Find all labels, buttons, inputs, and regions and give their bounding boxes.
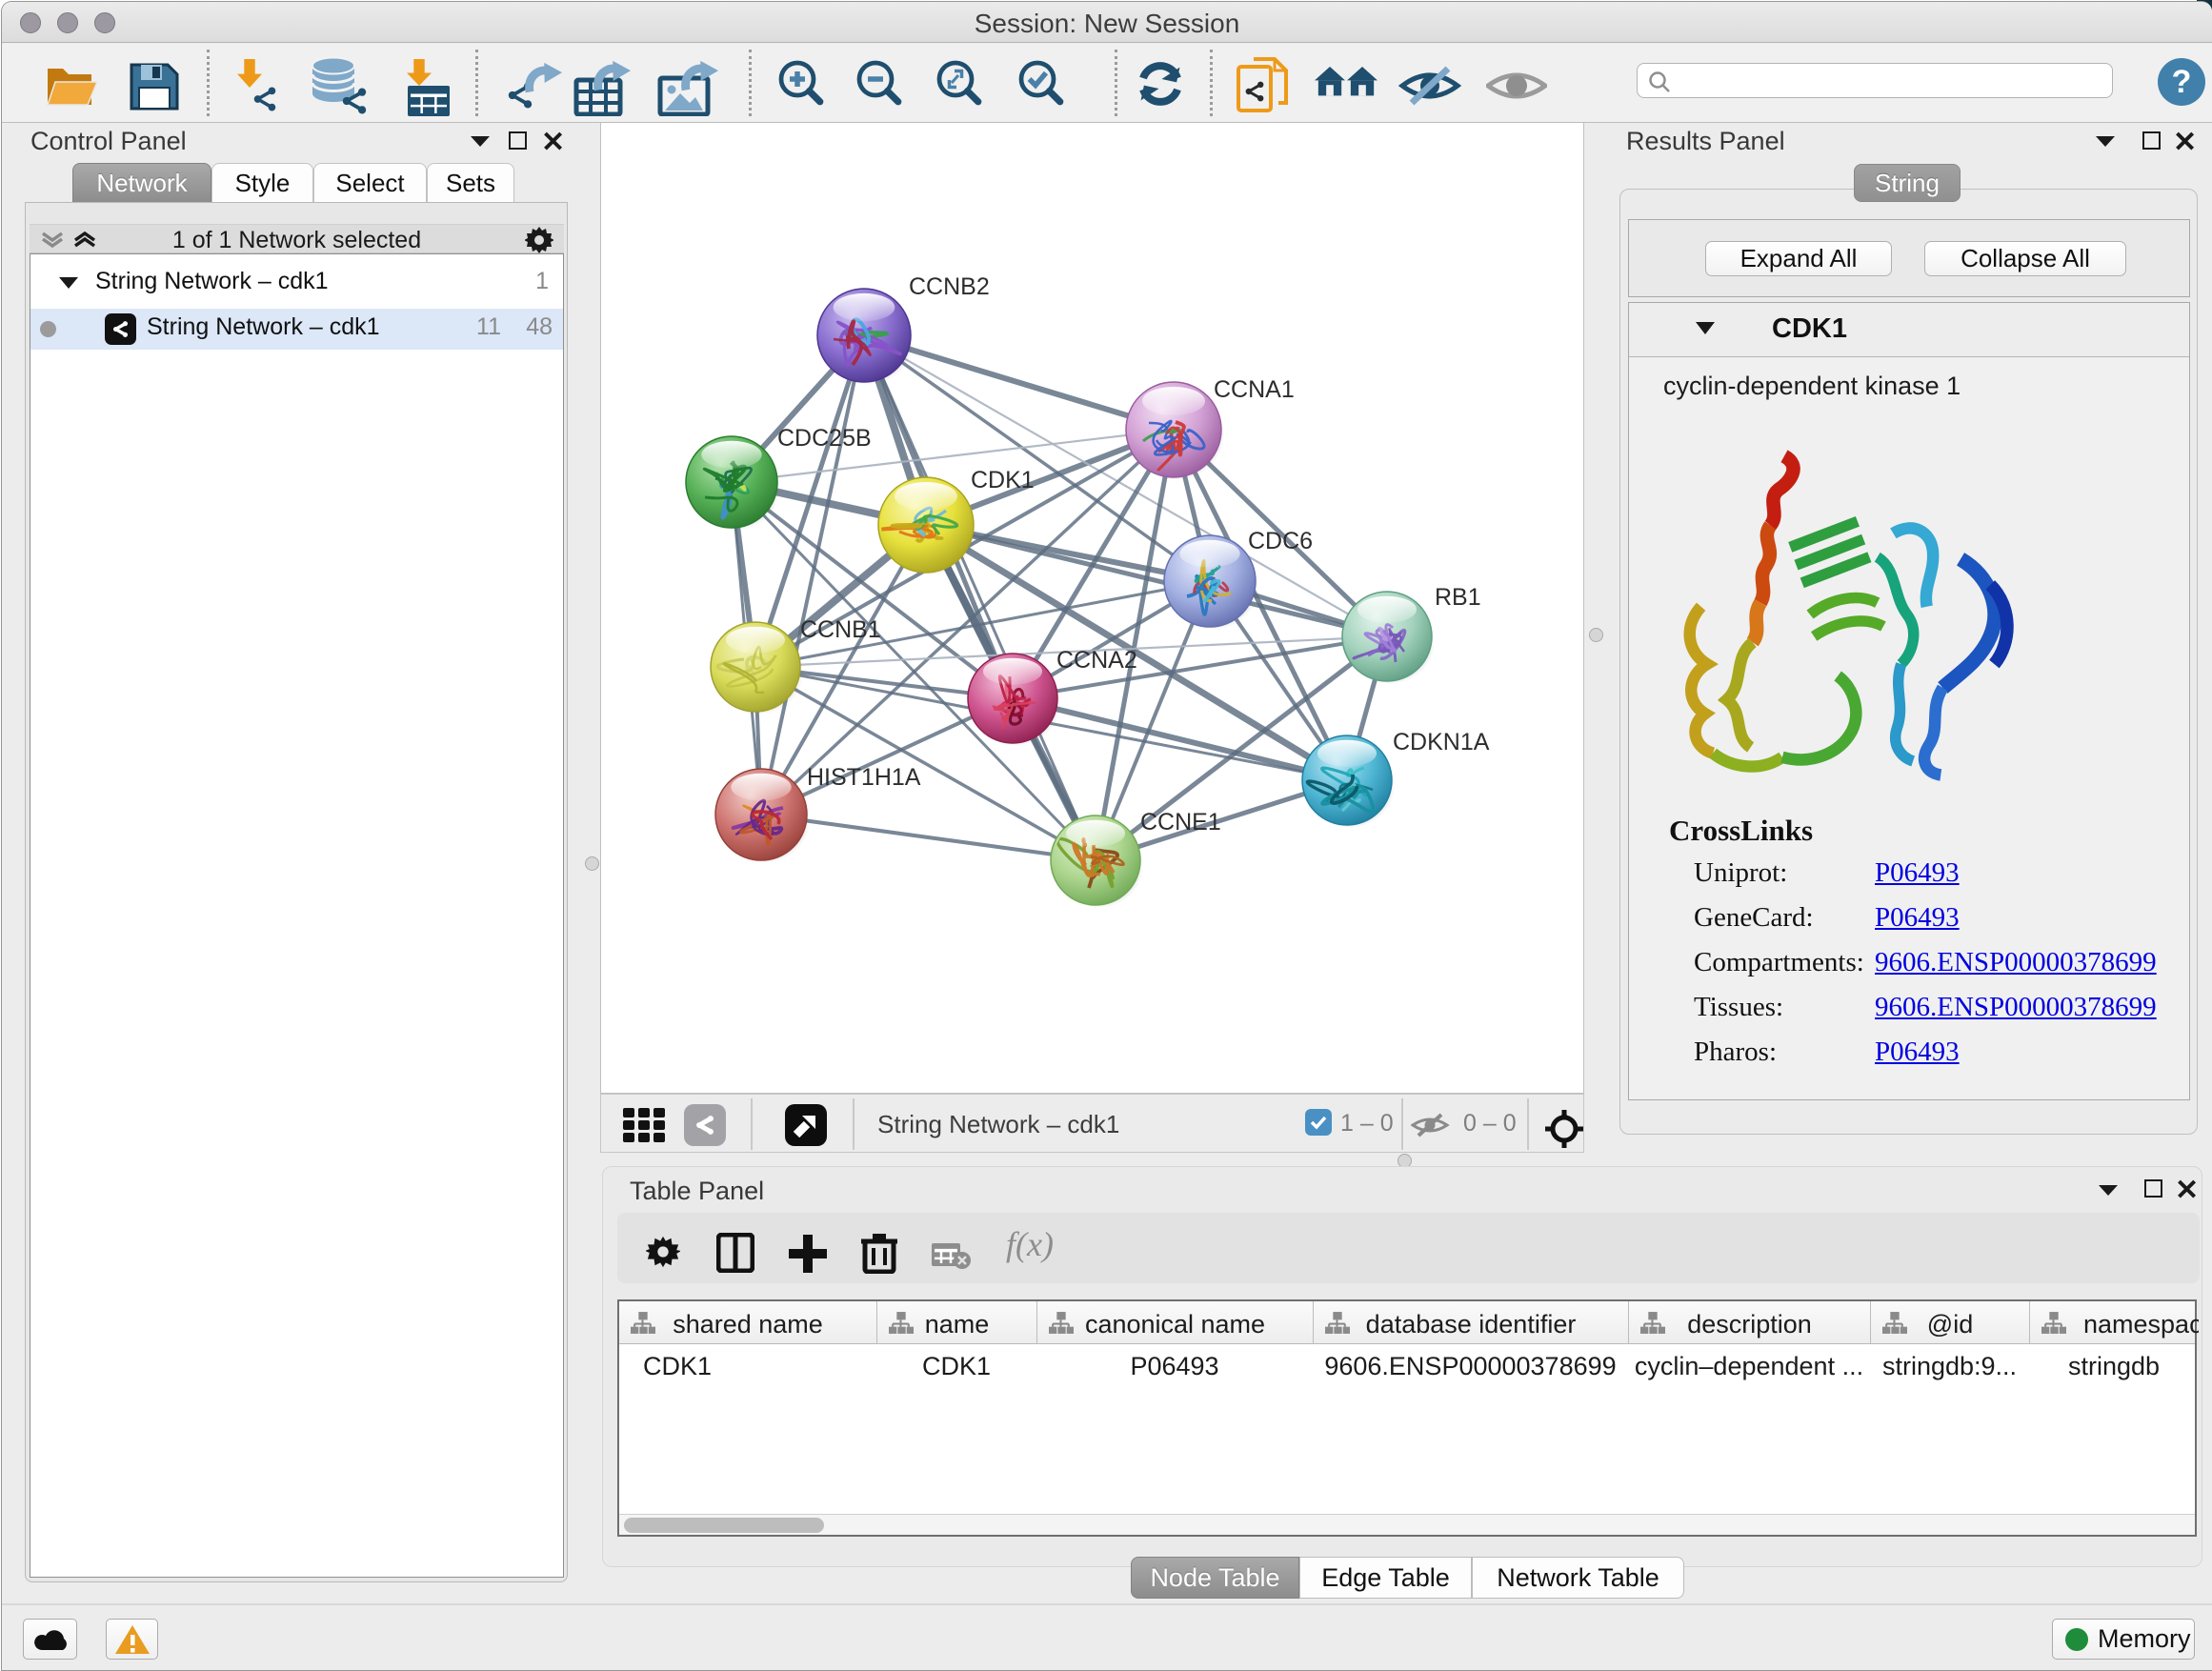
svg-text:CDK1: CDK1: [971, 467, 1035, 493]
svg-text:RB1: RB1: [1435, 584, 1481, 611]
svg-text:CCNA2: CCNA2: [1056, 647, 1137, 674]
svg-text:CCNB2: CCNB2: [909, 273, 990, 300]
svg-text:CCNE1: CCNE1: [1140, 809, 1221, 836]
svg-text:CCNA1: CCNA1: [1214, 376, 1295, 403]
svg-text:CDC25B: CDC25B: [777, 425, 872, 452]
svg-text:CCNB1: CCNB1: [800, 616, 881, 643]
svg-text:CDKN1A: CDKN1A: [1393, 729, 1490, 755]
svg-text:CDC6: CDC6: [1248, 528, 1313, 554]
svg-text:HIST1H1A: HIST1H1A: [807, 764, 921, 791]
